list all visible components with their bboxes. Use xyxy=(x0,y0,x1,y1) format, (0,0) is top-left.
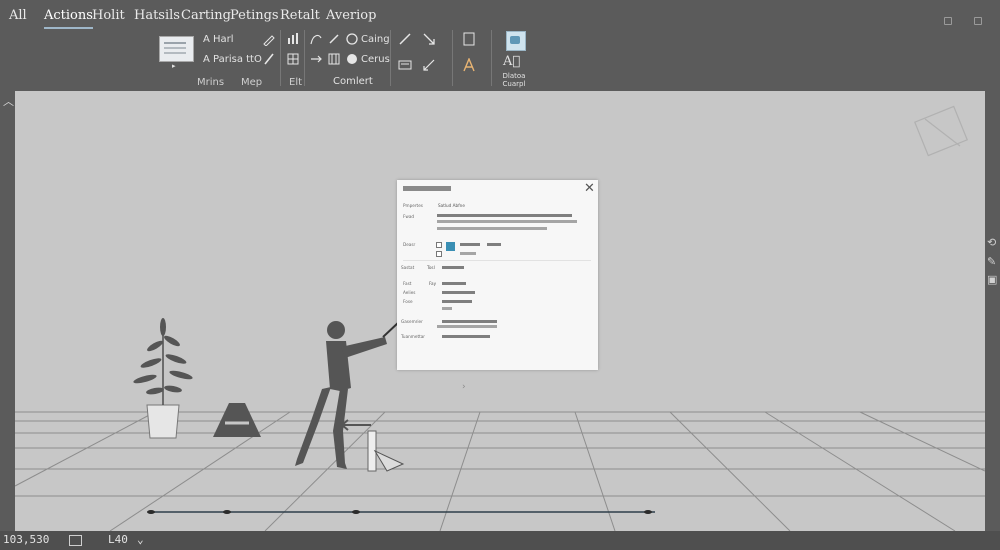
reset-view-icon xyxy=(914,105,968,157)
row3-value3 xyxy=(460,252,476,255)
status-bar: 103,530 L40 ⌄ xyxy=(0,531,1000,550)
thumbnail-caret-icon: ▸ xyxy=(172,62,176,70)
chart-icon[interactable] xyxy=(286,32,300,46)
ribbon-separator xyxy=(280,30,281,86)
tab-all[interactable]: All xyxy=(9,8,27,23)
layout-icon[interactable] xyxy=(69,535,82,546)
row5-label: Fast xyxy=(403,281,412,286)
row3-checkbox[interactable] xyxy=(436,242,442,248)
group-label-elt: Elt xyxy=(289,77,303,88)
font-style-button[interactable]: A Parisa ttO xyxy=(203,54,262,65)
row6-field[interactable] xyxy=(442,291,475,294)
tab-carting[interactable]: Carting xyxy=(181,8,231,23)
row3-value xyxy=(460,243,480,246)
row8-field[interactable] xyxy=(442,320,497,323)
row4-field[interactable] xyxy=(442,266,464,269)
page-dropdown-icon[interactable]: ⌄ xyxy=(137,533,144,546)
page-indicator: L40 xyxy=(108,533,128,546)
shape-tool-icon[interactable] xyxy=(345,32,359,46)
row3-value2 xyxy=(487,243,501,246)
image-tool-label[interactable]: Dlatoa Cuarpl xyxy=(496,72,532,88)
ribbon-separator xyxy=(390,30,391,86)
ribbon-separator xyxy=(452,30,453,86)
connector-icon[interactable] xyxy=(309,52,323,66)
resize-icon[interactable] xyxy=(422,58,436,72)
row1-value: Satlud Abfne xyxy=(438,203,465,208)
row4-label: Sastat xyxy=(401,265,415,270)
side-shape-icon[interactable]: ⟲ xyxy=(987,236,996,249)
side-image-icon[interactable]: ▣ xyxy=(987,273,997,286)
row3-image-icon xyxy=(446,242,455,251)
row7-label: Fose xyxy=(403,299,413,304)
textbox-icon[interactable] xyxy=(398,58,412,72)
drawing-canvas[interactable]: ✕ Pmpertes Satlud Abfne Fwad Deasr Sasta… xyxy=(15,91,985,531)
row1-label: Pmpertes xyxy=(403,203,423,208)
dialog-divider xyxy=(403,260,591,261)
row3-checkbox-2[interactable] xyxy=(436,251,442,257)
tab-holit[interactable]: Holit xyxy=(92,8,125,23)
line-tool-icon[interactable] xyxy=(398,32,412,46)
page-thumbnail[interactable] xyxy=(159,36,194,62)
shape-tool-label[interactable]: Caing xyxy=(361,34,390,45)
row2-field-line2[interactable] xyxy=(437,220,577,223)
effects-label[interactable]: Cerus xyxy=(361,54,390,65)
table-icon[interactable] xyxy=(286,52,300,66)
convert-button[interactable]: Comlert xyxy=(333,76,373,87)
row5-field[interactable] xyxy=(442,282,466,285)
row2-field-line3[interactable] xyxy=(437,227,547,230)
edit-pencil-icon[interactable] xyxy=(262,32,276,46)
row2-field[interactable] xyxy=(437,214,572,217)
arrow-icon[interactable] xyxy=(422,32,436,46)
image-icon[interactable] xyxy=(506,31,526,51)
row7-field[interactable] xyxy=(442,300,472,303)
chevron-right-icon[interactable]: › xyxy=(462,382,466,392)
tab-retalt[interactable]: Retalt xyxy=(280,8,320,23)
row9-field[interactable] xyxy=(442,335,490,338)
person-illustration xyxy=(295,320,401,469)
row8-field-2[interactable] xyxy=(437,325,497,328)
close-icon[interactable]: ✕ xyxy=(584,181,595,196)
group-label-mep: Mep xyxy=(241,77,263,88)
row8-label: Gasemrier xyxy=(401,319,423,324)
dialog-title-bar xyxy=(403,186,451,191)
font-name-button[interactable]: A Harl xyxy=(203,34,234,45)
row7-field-2[interactable] xyxy=(442,307,452,310)
effects-icon[interactable] xyxy=(345,52,359,66)
tab-averiop[interactable]: Averiop xyxy=(326,8,376,23)
grid-icon[interactable] xyxy=(327,52,341,66)
pen-icon[interactable] xyxy=(262,52,276,66)
app-window: All Actions Holit Hatsils Carting Peting… xyxy=(0,0,1000,550)
side-pen-icon[interactable]: ✎ xyxy=(987,255,996,268)
cursor-coordinates: 103,530 xyxy=(3,533,50,546)
font-icon[interactable] xyxy=(462,58,476,72)
row4-value: Tosl xyxy=(427,265,435,270)
tab-petings[interactable]: Petings xyxy=(230,8,279,23)
row2-label: Fwad xyxy=(403,214,415,219)
tab-hatsils[interactable]: Hatsils xyxy=(134,8,180,23)
row5-value: Fay xyxy=(429,281,437,286)
row9-label: Tuanmettar xyxy=(401,334,426,339)
ribbon-separator xyxy=(304,30,305,86)
tab-actions[interactable]: Actions xyxy=(44,8,93,29)
ribbon-separator xyxy=(491,30,492,86)
plant-illustration xyxy=(133,318,193,439)
curve-icon[interactable] xyxy=(309,32,323,46)
text-style-icon[interactable]: A⃞ xyxy=(503,54,520,69)
frame-icon[interactable] xyxy=(462,32,476,46)
properties-dialog: ✕ Pmpertes Satlud Abfne Fwad Deasr Sasta… xyxy=(397,180,598,370)
row6-label: Aelies xyxy=(403,290,416,295)
brush-icon[interactable] xyxy=(327,32,341,46)
group-label-mrins: Mrins xyxy=(197,77,225,88)
collapse-ribbon-icon[interactable]: ︿ xyxy=(3,93,14,109)
row3-label: Deasr xyxy=(403,242,416,247)
ribbon-toolbar: ▸ A Harl A Parisa ttO Caing Cerus Comler… xyxy=(0,24,1000,90)
